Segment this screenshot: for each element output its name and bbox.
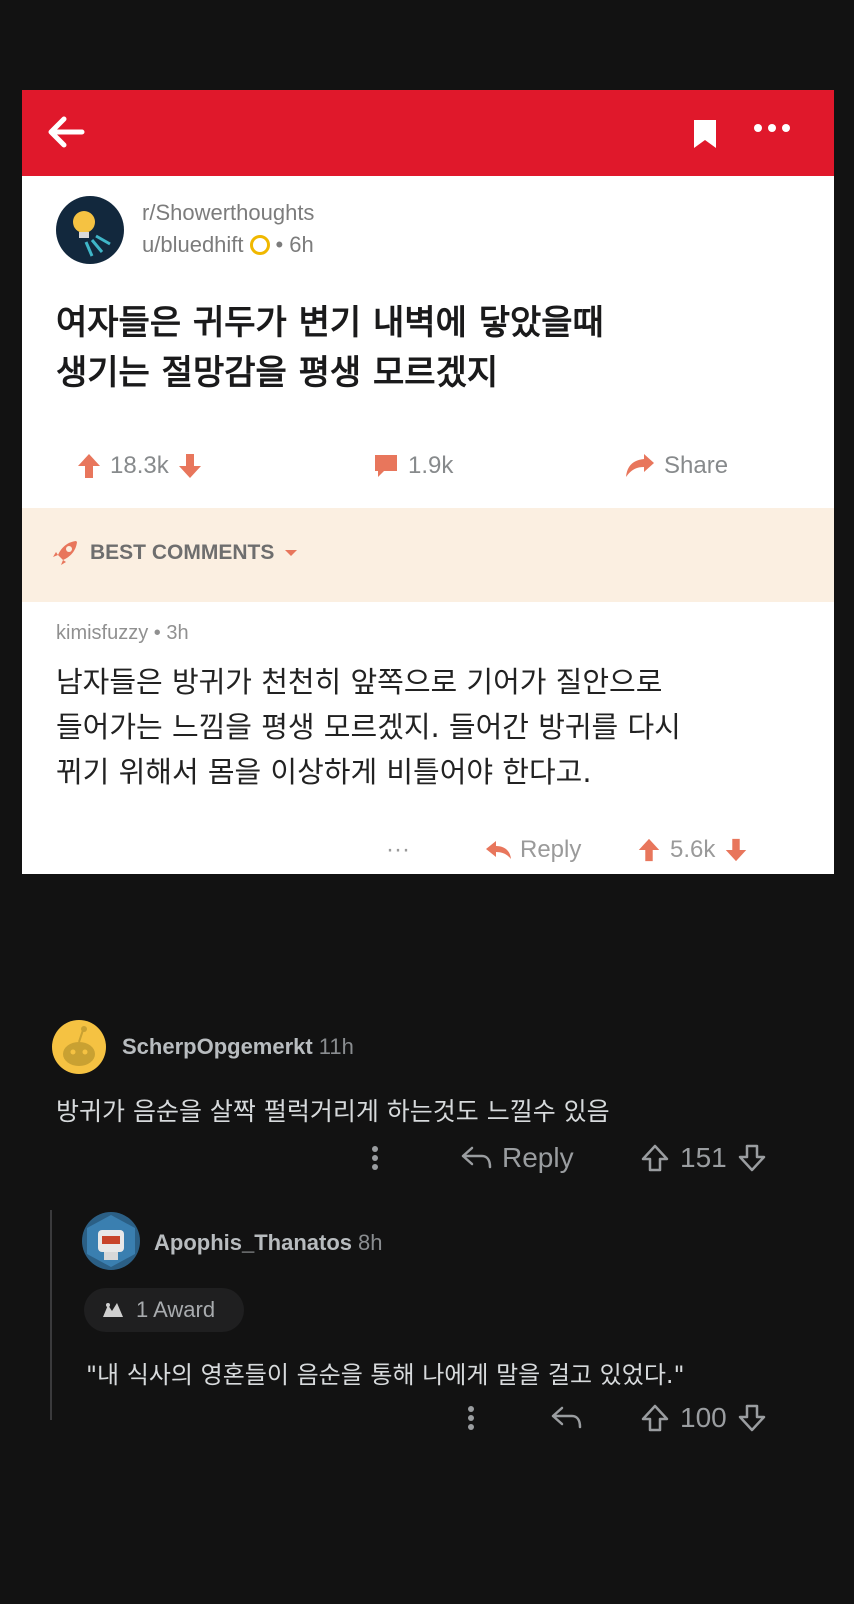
share-label: Share [664, 452, 729, 479]
downvote-outline-icon[interactable] [737, 1403, 767, 1433]
reply-arrow-icon [486, 841, 511, 859]
comment-bubble-icon [375, 455, 397, 477]
commenter-avatar[interactable] [52, 1020, 106, 1074]
top-comment-vote-count: 5.6k [670, 836, 716, 863]
top-comment-actions: ··· Reply 5.6k [22, 828, 834, 872]
snoo-avatar-icon [63, 1026, 95, 1066]
award-label: 1 Award [136, 1297, 216, 1322]
post-title-line: 생기는 절망감을 평생 모르겠지 [56, 353, 499, 393]
comment-vote-count: 100 [680, 1402, 727, 1433]
comment-action-bar: Reply 151 [0, 1138, 854, 1178]
post-author[interactable]: u/bluedhift [142, 232, 244, 258]
downvote-icon[interactable] [723, 837, 749, 863]
reply-label: Reply [520, 836, 582, 863]
best-comments-label: BEST COMMENTS [90, 541, 275, 564]
top-comment-body: 남자들은 방귀가 천천히 앞쪽으로 기어가 질안으로 들어가는 느낌을 평생 모… [56, 660, 826, 795]
award-coin-icon [249, 235, 270, 255]
comment-time: 11h [318, 1034, 354, 1059]
comment-reply-button[interactable] [550, 1398, 582, 1438]
subreddit-name[interactable]: r/Showerthoughts [142, 200, 314, 226]
top-comment-line: 뀌기 위해서 몸을 이상하게 비틀어야 한다고. [56, 755, 592, 789]
top-comment-time: 3h [166, 622, 189, 644]
bookmark-icon[interactable] [692, 118, 718, 150]
post-title-line: 여자들은 귀두가 변기 내벽에 닿았을때 [56, 303, 604, 343]
best-comments-sort[interactable]: BEST COMMENTS [50, 538, 298, 568]
more-options-icon[interactable] [752, 118, 792, 138]
award-icon [103, 1303, 123, 1317]
upvote-count: 18.3k [110, 452, 169, 479]
downvote-icon[interactable] [177, 452, 203, 480]
post-time: 6h [289, 232, 314, 257]
top-comment-more-button[interactable]: ··· [386, 828, 410, 872]
reply-arrow-icon [551, 1406, 582, 1429]
top-comment-line: 남자들은 방귀가 천천히 앞쪽으로 기어가 질안으로 [56, 665, 663, 699]
award-badge[interactable]: 1 Award [84, 1288, 244, 1332]
downvote-outline-icon[interactable] [737, 1143, 767, 1173]
upvote-icon[interactable] [636, 837, 662, 863]
comment-author-line: Apophis_Thanatos 8h [154, 1230, 383, 1256]
upvote-outline-icon[interactable] [640, 1143, 670, 1173]
lightbulb-shower-icon [73, 211, 111, 257]
post-action-bar: 18.3k 1.9k Share [22, 444, 834, 488]
subreddit-avatar[interactable] [56, 196, 124, 264]
back-arrow-icon[interactable] [44, 110, 88, 154]
comment-more-button[interactable] [466, 1398, 476, 1438]
top-comment-author-line: kimisfuzzy • 3h [56, 622, 189, 645]
robot-avatar-icon [87, 1215, 135, 1267]
separator-dot: • [153, 622, 167, 644]
comment-reply-button[interactable]: Reply [460, 1138, 574, 1178]
top-comment-reply-button[interactable]: Reply [484, 828, 581, 872]
upvote-icon[interactable] [76, 452, 102, 480]
vote-group: 18.3k [76, 444, 203, 488]
commenter-avatar[interactable] [82, 1212, 140, 1270]
upvote-outline-icon[interactable] [640, 1403, 670, 1433]
more-dots: ··· [386, 836, 410, 863]
post-author-line: u/bluedhift • 6h [142, 232, 314, 258]
comment-more-button[interactable] [370, 1138, 380, 1178]
share-button[interactable]: Share [624, 444, 728, 488]
top-comment-line: 들어가는 느낌을 평생 모르겠지. 들어간 방귀를 다시 [56, 710, 681, 744]
comment-author[interactable]: ScherpOpgemerkt [122, 1034, 313, 1059]
comment-count: 1.9k [408, 452, 454, 479]
vertical-dots-icon [372, 1146, 378, 1170]
comment-vote-group: 151 [640, 1138, 767, 1178]
embedded-post-screenshot: r/Showerthoughts u/bluedhift • 6h 여자들은 귀… [22, 90, 834, 874]
best-comments-bar: BEST COMMENTS [22, 508, 834, 602]
dropdown-caret-icon [285, 550, 298, 556]
reply-arrow-icon [461, 1146, 492, 1169]
comment-vote-group: 100 [640, 1398, 767, 1438]
post-header-bar [22, 90, 834, 176]
comment-author[interactable]: Apophis_Thanatos [154, 1230, 352, 1255]
comment-body: "내 식사의 영혼들이 음순을 통해 나에게 말을 걸고 있었다." [86, 1361, 685, 1389]
comment-author-line: ScherpOpgemerkt 11h [122, 1034, 354, 1060]
share-arrow-icon [626, 454, 654, 477]
comment-time: 8h [358, 1230, 383, 1255]
top-comment-author[interactable]: kimisfuzzy [56, 622, 148, 644]
thread-line[interactable] [50, 1210, 52, 1420]
separator-dot: • [275, 232, 284, 257]
reply-label: Reply [502, 1142, 574, 1173]
comments-button[interactable]: 1.9k [372, 444, 453, 488]
post-title: 여자들은 귀두가 변기 내벽에 닿았을때 생기는 절망감을 평생 모르겠지 [56, 298, 816, 398]
comment-body: 방귀가 음순을 살짝 펄럭거리게 하는것도 느낄수 있음 [56, 1097, 610, 1126]
comment-action-bar: 100 [0, 1398, 854, 1438]
top-comment-vote-group: 5.6k [636, 828, 749, 872]
comment-vote-count: 151 [680, 1142, 727, 1173]
rocket-icon [53, 541, 77, 565]
vertical-dots-icon [468, 1406, 474, 1430]
